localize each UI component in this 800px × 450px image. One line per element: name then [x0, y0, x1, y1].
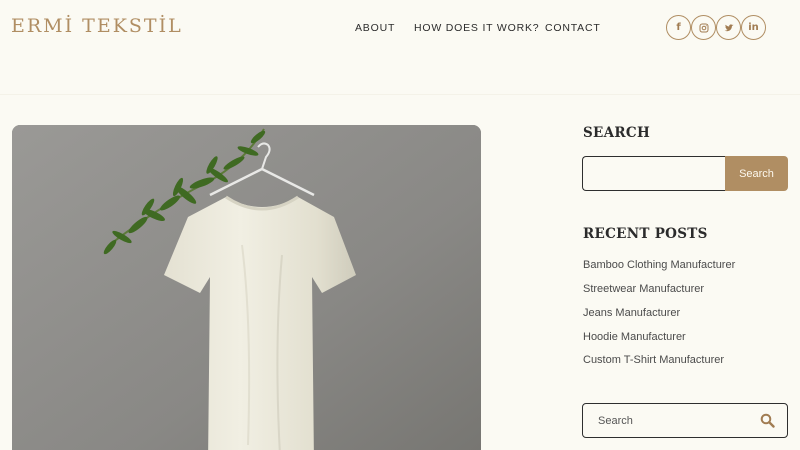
recent-post-link[interactable]: Custom T-Shirt Manufacturer — [583, 354, 724, 366]
search-icon[interactable] — [760, 413, 775, 428]
instagram-icon[interactable] — [691, 15, 716, 40]
linkedin-icon[interactable]: in — [741, 15, 766, 40]
twitter-icon[interactable] — [716, 15, 741, 40]
search-widget-title: SEARCH — [583, 125, 651, 141]
search-button[interactable]: Search — [725, 156, 788, 191]
linkedin-glyph: in — [748, 22, 759, 33]
hero-image — [12, 125, 481, 450]
instagram-glyph — [699, 23, 708, 32]
nav-contact[interactable]: CONTACT — [545, 22, 601, 34]
recent-post-link[interactable]: Streetwear Manufacturer — [583, 283, 704, 295]
facebook-glyph: f — [676, 22, 681, 33]
search-input[interactable] — [582, 156, 727, 191]
recent-post-link[interactable]: Hoodie Manufacturer — [583, 331, 686, 343]
recent-post-link[interactable]: Jeans Manufacturer — [583, 307, 680, 319]
search-box-secondary — [582, 403, 788, 438]
recent-posts-title: RECENT POSTS — [583, 226, 708, 242]
site-header: ERMİ TEKSTİL ABOUT HOW DOES IT WORK? CON… — [0, 0, 800, 95]
nav-how-it-works[interactable]: HOW DOES IT WORK? — [414, 22, 539, 34]
facebook-icon[interactable]: f — [666, 15, 691, 40]
nav-about[interactable]: ABOUT — [355, 22, 395, 34]
recent-post-link[interactable]: Bamboo Clothing Manufacturer — [583, 259, 735, 271]
twitter-glyph — [724, 23, 733, 31]
search-input-secondary[interactable] — [583, 404, 753, 437]
